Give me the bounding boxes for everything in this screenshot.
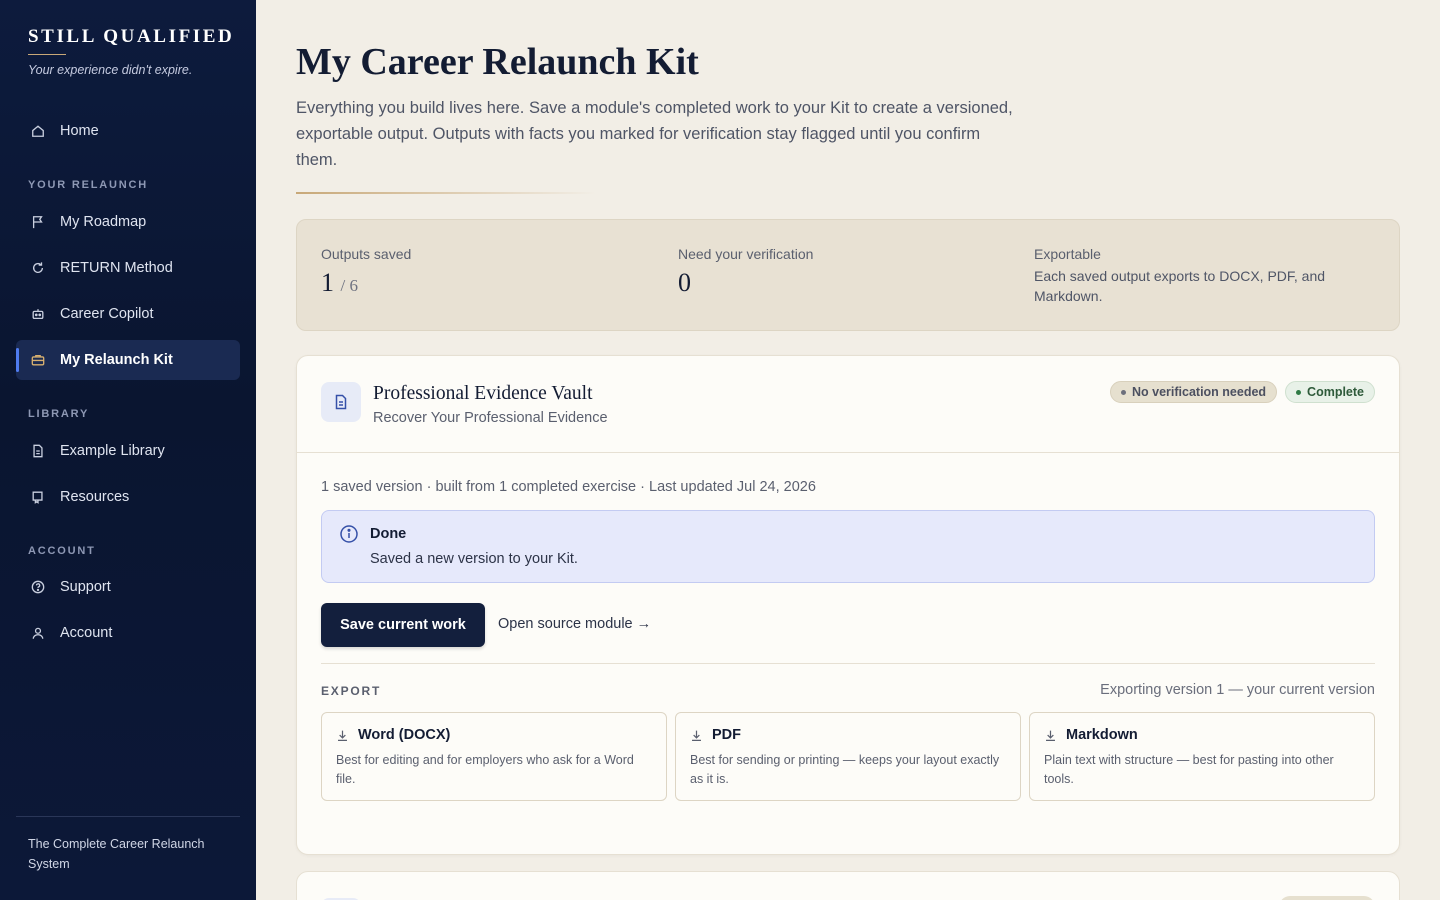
sidebar-item-label: Resources xyxy=(60,489,130,505)
sidebar-footer-text: The Complete Career Relaunch System xyxy=(28,837,205,871)
robot-icon xyxy=(30,306,46,322)
sidebar-item-label: Support xyxy=(60,579,111,595)
sidebar-item-relaunch-kit[interactable]: My Relaunch Kit xyxy=(16,340,240,380)
user-icon xyxy=(30,625,46,641)
stat-label: Exportable xyxy=(1034,246,1101,262)
dot-icon xyxy=(1296,389,1302,395)
stat-label: Need your verification xyxy=(678,246,814,262)
sidebar-item-label: Home xyxy=(60,123,99,139)
book-icon xyxy=(30,489,46,505)
document-icon xyxy=(321,382,361,422)
sidebar-item-home[interactable]: Home xyxy=(16,111,240,151)
briefcase-icon xyxy=(30,352,46,368)
nav-section-heading: LIBRARY xyxy=(28,408,90,420)
card-subtitle: Recover Your Professional Evidence xyxy=(373,410,608,426)
stats-panel: Outputs saved 1 / 6 Need your verificati… xyxy=(296,219,1400,331)
stat-exportable: Exportable Each saved output exports to … xyxy=(1034,246,1354,306)
brand-name: STILL QUALIFIED xyxy=(28,26,235,47)
home-icon xyxy=(30,123,46,139)
stat-value: 0 xyxy=(678,268,691,297)
flag-icon xyxy=(30,214,46,230)
export-docx-button[interactable]: Word (DOCX) Best for editing and for emp… xyxy=(321,712,667,801)
sidebar-item-resources[interactable]: Resources xyxy=(16,477,240,517)
export-heading: EXPORT xyxy=(321,684,382,698)
sidebar: STILL QUALIFIED Your experience didn't e… xyxy=(0,0,256,900)
card-title: Professional Evidence Vault xyxy=(373,383,593,404)
export-option-label: Word (DOCX) xyxy=(358,727,451,743)
export-option-description: Plain text with structure — best for pas… xyxy=(1044,753,1334,786)
sidebar-item-roadmap[interactable]: My Roadmap xyxy=(16,202,240,242)
stat-label: Outputs saved xyxy=(321,246,412,262)
export-option-description: Best for sending or printing — keeps you… xyxy=(690,753,1000,786)
export-option-label: PDF xyxy=(712,727,741,743)
dot-icon xyxy=(1120,389,1126,395)
download-icon xyxy=(1044,729,1057,742)
sidebar-item-label: My Relaunch Kit xyxy=(60,352,173,368)
sidebar-item-label: Career Copilot xyxy=(60,306,154,322)
sidebar-item-example-library[interactable]: Example Library xyxy=(16,431,240,471)
stat-value: 1 / 6 xyxy=(321,268,411,298)
brand-tagline: Your experience didn't expire. xyxy=(28,63,193,77)
badge-label: Complete xyxy=(1307,385,1364,399)
open-source-module-link[interactable]: Open source module → xyxy=(498,616,651,632)
sidebar-item-account[interactable]: Account xyxy=(16,613,240,653)
brand-divider xyxy=(28,54,66,55)
sidebar-item-support[interactable]: Support xyxy=(16,567,240,607)
export-pdf-button[interactable]: PDF Best for sending or printing — keeps… xyxy=(675,712,1021,801)
verification-badge: No verification needed xyxy=(1109,381,1278,403)
export-option-title: Markdown xyxy=(1044,727,1138,743)
sidebar-footer-divider xyxy=(16,816,240,817)
export-option-label: Markdown xyxy=(1066,727,1138,743)
info-icon xyxy=(339,524,359,544)
sidebar-item-career-copilot[interactable]: Career Copilot xyxy=(16,294,240,334)
page-title: My Career Relaunch Kit xyxy=(296,41,699,83)
alert-message: Saved a new version to your Kit. xyxy=(370,551,578,567)
save-current-work-button[interactable]: Save current work xyxy=(321,603,485,647)
card-divider xyxy=(297,452,1399,453)
brand[interactable]: STILL QUALIFIED Your experience didn't e… xyxy=(28,26,234,77)
export-option-title: PDF xyxy=(690,727,741,743)
sidebar-item-label: RETURN Method xyxy=(60,260,173,276)
sidebar-item-label: My Roadmap xyxy=(60,214,147,230)
refresh-icon xyxy=(30,260,46,276)
export-option-description: Best for editing and for employers who a… xyxy=(336,753,634,786)
sidebar-item-return-method[interactable]: RETURN Method xyxy=(16,248,240,288)
title-divider xyxy=(296,192,596,194)
version-meta: 1 saved version · built from 1 completed… xyxy=(321,479,816,495)
badge-label: No verification needed xyxy=(1131,385,1267,399)
stat-text: Each saved output exports to DOCX, PDF, … xyxy=(1034,268,1326,304)
stat-need-verification: Need your verification 0 xyxy=(678,246,813,298)
alert-title: Done xyxy=(370,526,407,542)
sidebar-item-label: Example Library xyxy=(60,443,165,459)
page-description: Everything you build lives here. Save a … xyxy=(296,99,1013,169)
nav-section-heading: ACCOUNT xyxy=(28,545,96,557)
sidebar-item-label: Account xyxy=(60,625,113,641)
status-badge: Complete xyxy=(1285,381,1375,403)
stat-outputs-saved: Outputs saved 1 / 6 xyxy=(321,246,411,298)
outputs-total: / 6 xyxy=(340,276,358,295)
export-markdown-button[interactable]: Markdown Plain text with structure — bes… xyxy=(1029,712,1375,801)
help-circle-icon xyxy=(30,579,46,595)
export-option-title: Word (DOCX) xyxy=(336,727,450,743)
status-badges: No verification needed Complete xyxy=(1109,381,1375,403)
kit-output-card-next xyxy=(296,871,1400,900)
success-alert: Done Saved a new version to your Kit. xyxy=(321,510,1375,583)
download-icon xyxy=(690,729,703,742)
nav-section-heading: YOUR RELAUNCH xyxy=(28,179,148,191)
kit-output-card: Professional Evidence Vault Recover Your… xyxy=(296,355,1400,855)
section-divider xyxy=(321,663,1375,664)
export-version-note: Exporting version 1 — your current versi… xyxy=(1100,682,1375,698)
main-content: My Career Relaunch Kit Everything you bu… xyxy=(256,0,1440,900)
status-badge xyxy=(1279,896,1375,900)
download-icon xyxy=(336,729,349,742)
document-icon xyxy=(30,443,46,459)
outputs-count: 1 xyxy=(321,268,334,297)
